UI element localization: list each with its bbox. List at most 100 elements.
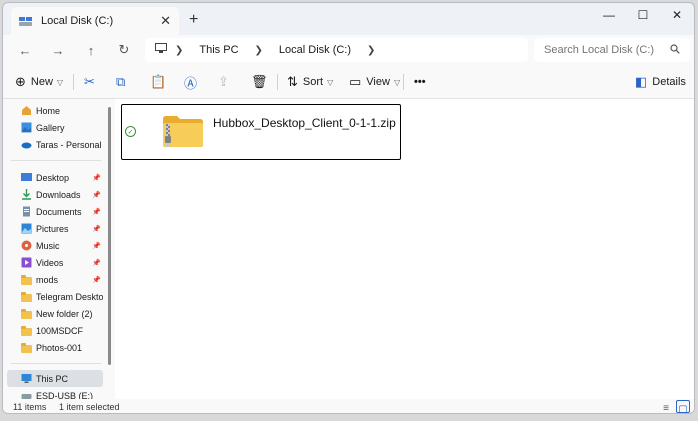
address-bar[interactable]: ❯ This PC ❯ Local Disk (C:) ❯ xyxy=(145,38,528,62)
pin-icon[interactable]: 📌 xyxy=(92,225,101,233)
pin-icon[interactable]: 📌 xyxy=(92,174,101,182)
view-button[interactable]: ▭ View ▽ xyxy=(349,73,400,91)
pin-icon[interactable]: 📌 xyxy=(92,276,101,284)
sidebar-item-this-pc[interactable]: This PC xyxy=(7,370,103,387)
file-explorer-window: Local Disk (C:) ✕ + — ☐ ✕ ← → ↑ ↻ ❯ This… xyxy=(2,2,695,414)
navigation-pane: Home Gallery Taras - Personal Desktop 📌 … xyxy=(3,99,115,401)
breadcrumb-local-disk[interactable]: Local Disk (C:) xyxy=(279,44,351,56)
paste-button[interactable]: 📋 xyxy=(150,73,171,91)
command-bar: ⊕ New ▽ ✂ ⧉ 📋 Ⓐ ⇪ 🗑 ⇅ Sort ▽ ▭ View ▽ ••… xyxy=(3,65,694,99)
cloud-icon xyxy=(21,139,32,150)
pin-icon[interactable]: 📌 xyxy=(92,191,101,199)
sort-icon: ⇅ xyxy=(287,74,298,89)
scissors-icon: ✂ xyxy=(84,74,95,89)
sidebar-item-gallery[interactable]: Gallery xyxy=(7,119,103,136)
folder-icon xyxy=(21,291,32,302)
rename-icon: Ⓐ xyxy=(184,75,198,91)
pin-icon[interactable]: 📌 xyxy=(92,242,101,250)
search-input[interactable] xyxy=(544,44,664,56)
more-options-button[interactable]: ••• xyxy=(414,73,426,91)
desktop-icon xyxy=(21,172,32,183)
tiles-view-toggle[interactable]: ▢ xyxy=(676,400,690,413)
forward-button[interactable]: → xyxy=(48,41,68,59)
copy-icon: ⧉ xyxy=(116,74,126,89)
document-icon xyxy=(21,206,32,217)
delete-button[interactable]: 🗑 xyxy=(251,73,273,91)
sidebar-item-onedrive[interactable]: Taras - Personal xyxy=(7,136,103,153)
view-icon: ▭ xyxy=(349,74,362,89)
chevron-down-icon: ▽ xyxy=(393,77,401,87)
sidebar-item-documents[interactable]: Documents 📌 xyxy=(7,203,103,220)
pin-icon[interactable]: 📌 xyxy=(92,259,101,267)
file-list-pane: ✓ Hubbox_Desktop_Client_0-1-1.zip xyxy=(115,99,694,399)
zip-folder-icon xyxy=(162,115,204,148)
sidebar-item-downloads[interactable]: Downloads 📌 xyxy=(7,186,103,203)
pin-icon[interactable]: 📌 xyxy=(92,208,101,216)
address-row: ← → ↑ ↻ ❯ This PC ❯ Local Disk (C:) ❯ xyxy=(3,35,694,65)
video-icon xyxy=(21,257,32,268)
close-window-button[interactable]: ✕ xyxy=(660,3,694,27)
details-view-toggle[interactable]: ≡ xyxy=(659,400,673,413)
chevron-down-icon: ▽ xyxy=(327,77,334,87)
folder-icon xyxy=(21,274,32,285)
tab-bar: Local Disk (C:) ✕ + — ☐ ✕ xyxy=(3,3,694,35)
trash-icon: 🗑 xyxy=(251,74,268,89)
search-box xyxy=(534,38,690,62)
search-icon[interactable] xyxy=(670,43,680,57)
sync-status-icon: ✓ xyxy=(125,126,136,137)
chevron-down-icon: ▽ xyxy=(56,77,64,87)
sidebar-item-photos-001[interactable]: Photos-001 xyxy=(7,339,103,356)
list-view-icon: ≡ xyxy=(663,403,669,414)
refresh-button[interactable]: ↻ xyxy=(114,41,134,59)
pc-icon xyxy=(21,373,32,384)
sort-button[interactable]: ⇅ Sort ▽ xyxy=(287,73,333,91)
sidebar-item-100msdcf[interactable]: 100MSDCF xyxy=(7,322,103,339)
item-count: 11 items xyxy=(13,402,47,412)
sidebar-item-mods[interactable]: mods 📌 xyxy=(7,271,103,288)
home-icon xyxy=(21,105,32,116)
tab-close-icon[interactable]: ✕ xyxy=(160,13,171,29)
pictures-icon xyxy=(21,223,32,234)
rename-button[interactable]: Ⓐ xyxy=(184,73,202,91)
plus-circle-icon: ⊕ xyxy=(15,74,26,89)
sidebar-item-desktop[interactable]: Desktop 📌 xyxy=(7,169,103,186)
sidebar-scrollbar[interactable] xyxy=(108,107,111,365)
details-button[interactable]: ◧ Details xyxy=(635,73,686,91)
sidebar-item-pictures[interactable]: Pictures 📌 xyxy=(7,220,103,237)
folder-icon xyxy=(21,308,32,319)
drive-icon xyxy=(19,16,33,27)
sidebar-item-new-folder-2[interactable]: New folder (2) xyxy=(7,305,103,322)
paste-icon: 📋 xyxy=(150,74,167,89)
sidebar-item-videos[interactable]: Videos 📌 xyxy=(7,254,103,271)
sidebar-item-music[interactable]: Music 📌 xyxy=(7,237,103,254)
chevron-right-icon: ❯ xyxy=(254,44,263,56)
tab-local-disk[interactable]: Local Disk (C:) ✕ xyxy=(11,7,179,35)
tiles-view-icon: ▢ xyxy=(678,404,688,414)
new-button[interactable]: ⊕ New ▽ xyxy=(15,73,63,91)
download-icon xyxy=(21,189,32,200)
cut-button[interactable]: ✂ xyxy=(84,73,100,91)
gallery-icon xyxy=(21,122,32,133)
music-icon xyxy=(21,240,32,251)
selection-count: 1 item selected xyxy=(59,402,120,412)
folder-icon xyxy=(21,325,32,336)
sidebar-item-home[interactable]: Home xyxy=(7,102,103,119)
file-item[interactable]: ✓ Hubbox_Desktop_Client_0-1-1.zip xyxy=(121,104,401,160)
chevron-right-icon: ❯ xyxy=(175,44,184,56)
new-tab-button[interactable]: + xyxy=(189,11,198,29)
folder-icon xyxy=(21,342,32,353)
details-pane-icon: ◧ xyxy=(635,74,648,89)
monitor-icon xyxy=(155,43,167,57)
tab-title: Local Disk (C:) xyxy=(41,15,114,27)
back-button[interactable]: ← xyxy=(15,41,35,59)
minimize-button[interactable]: — xyxy=(592,3,626,27)
share-button[interactable]: ⇪ xyxy=(218,73,234,91)
share-icon: ⇪ xyxy=(218,74,229,89)
copy-button[interactable]: ⧉ xyxy=(116,73,130,91)
up-button[interactable]: ↑ xyxy=(81,41,101,59)
breadcrumb-this-pc[interactable]: This PC xyxy=(199,44,238,56)
maximize-button[interactable]: ☐ xyxy=(626,3,660,27)
chevron-right-icon[interactable]: ❯ xyxy=(367,45,375,56)
status-bar: 11 items 1 item selected ≡ ▢ xyxy=(3,399,694,413)
sidebar-item-telegram-desktop[interactable]: Telegram Desktop xyxy=(7,288,103,305)
